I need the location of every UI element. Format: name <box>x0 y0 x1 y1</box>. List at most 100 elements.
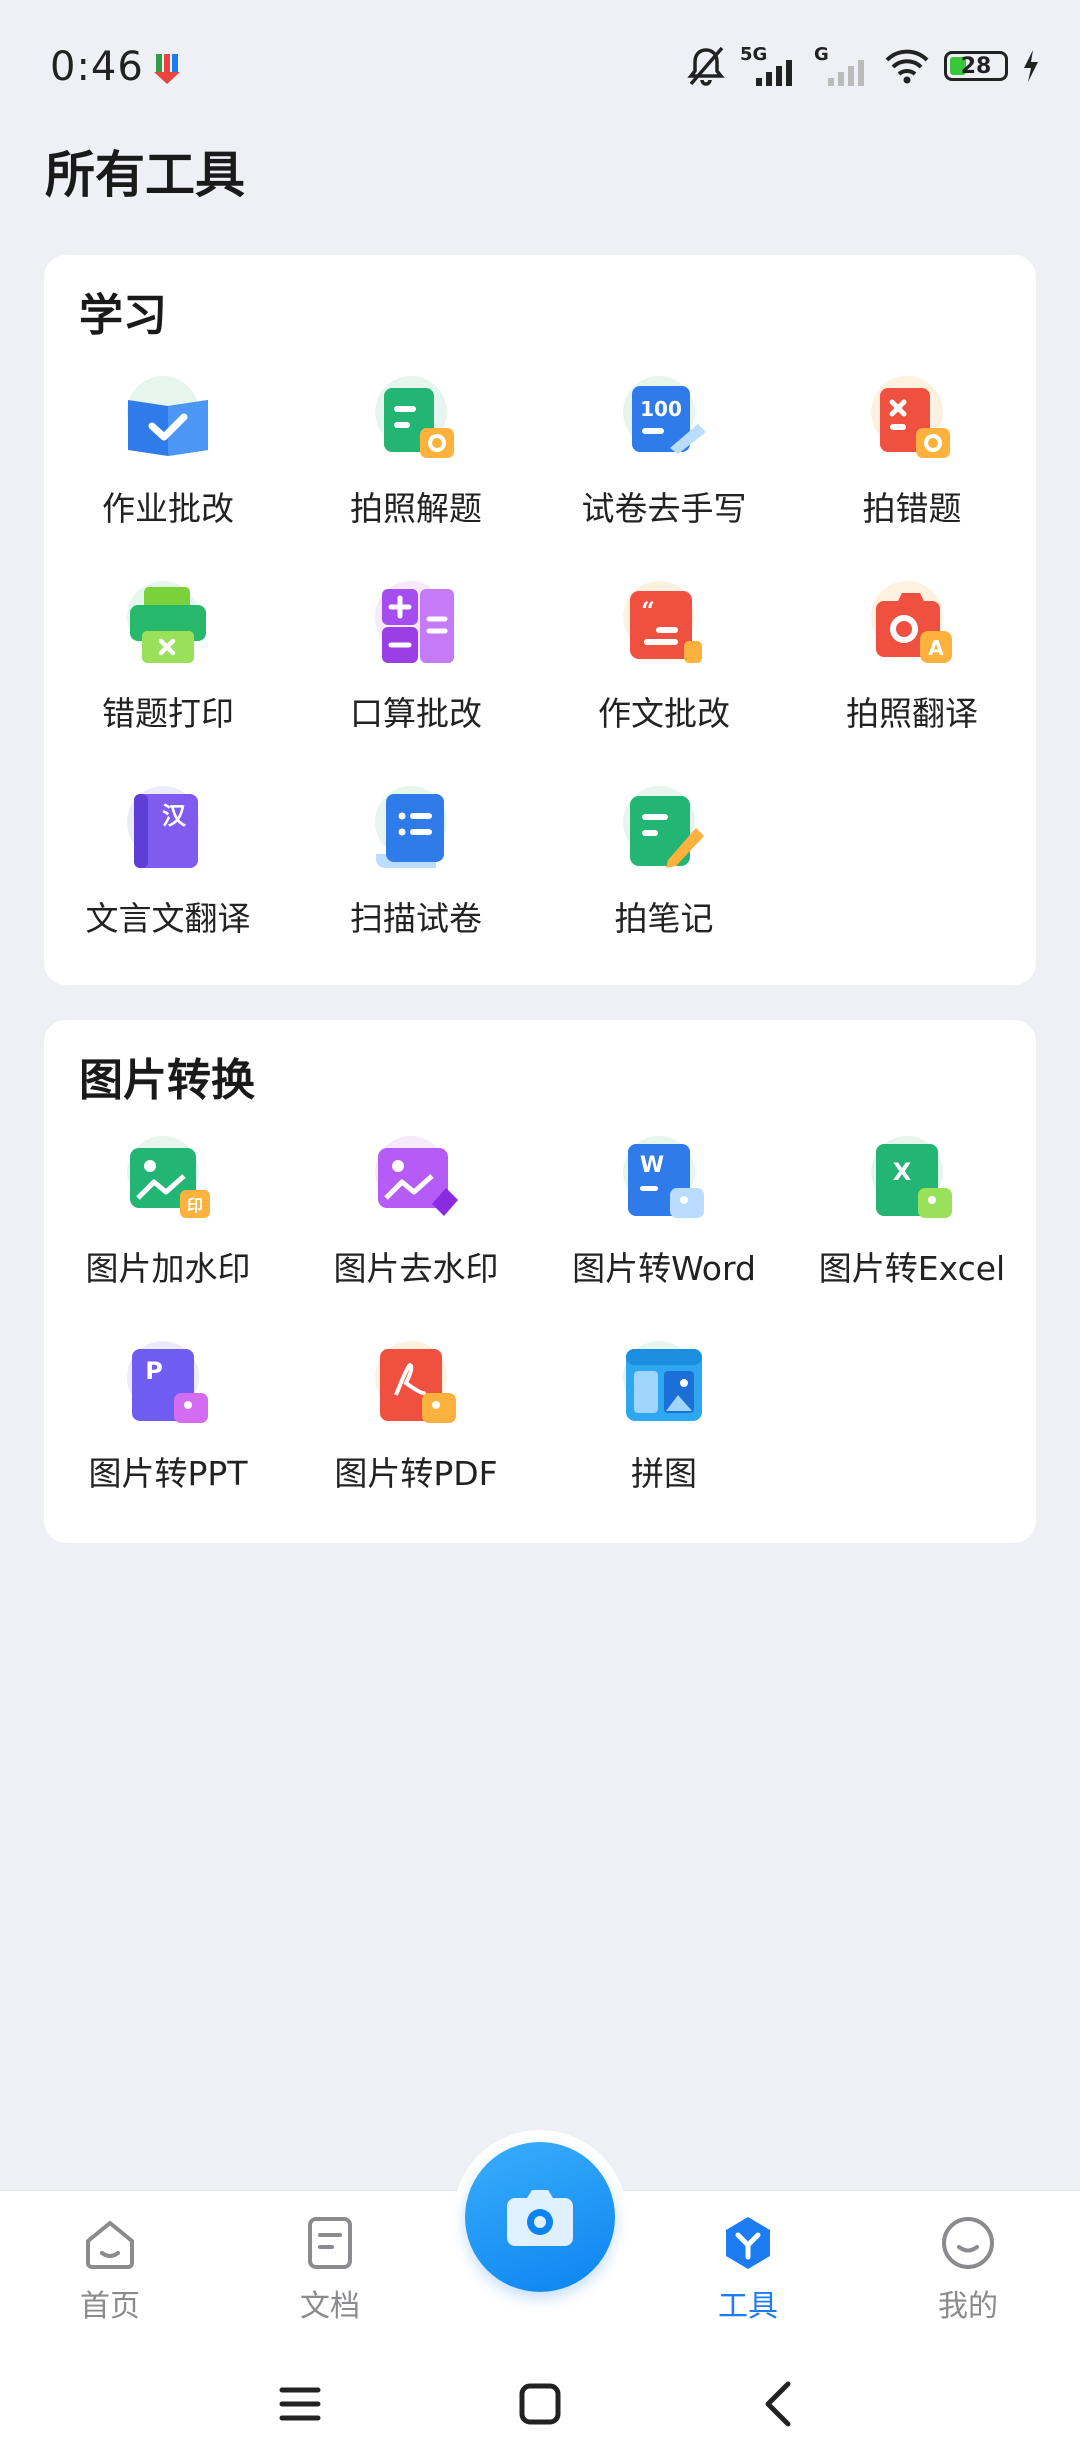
nav-tools[interactable]: 工具 <box>678 2213 818 2325</box>
image-to-word-icon: W <box>614 1130 714 1230</box>
svg-text:W: W <box>640 1153 664 1178</box>
tool-scan-paper[interactable]: 扫描试卷 <box>292 780 540 985</box>
image-convert-section: 图片转换 印 图片加水印 图片去水印 W 图片转Word X 图片转Excel … <box>44 1020 1036 1543</box>
tool-remove-handwriting[interactable]: 100 试卷去手写 <box>540 370 788 575</box>
status-bar: 0:46 5G G 28 <box>0 0 1080 130</box>
tools-icon <box>718 2213 778 2273</box>
square-icon <box>519 2383 561 2425</box>
tool-label: 图片转PDF <box>334 1454 498 1493</box>
tool-photo-mistake[interactable]: 拍错题 <box>788 370 1036 575</box>
nav-label: 文档 <box>300 2289 360 2324</box>
homework-check-icon <box>118 370 218 470</box>
nav-documents[interactable]: 文档 <box>260 2213 400 2325</box>
photo-translate-icon: A <box>862 575 962 675</box>
tool-label: 拍错题 <box>862 489 962 528</box>
collage-icon <box>614 1335 714 1435</box>
camera-button[interactable] <box>465 2142 615 2292</box>
system-nav-bar <box>0 2350 1080 2460</box>
remove-handwriting-icon: 100 <box>614 370 714 470</box>
section-title: 图片转换 <box>79 1055 255 1106</box>
svg-text:A: A <box>928 636 944 660</box>
tool-label: 作业批改 <box>102 489 234 528</box>
tool-homework-check[interactable]: 作业批改 <box>44 370 292 575</box>
document-icon <box>300 2213 360 2273</box>
photo-notes-icon <box>614 780 714 880</box>
signal-g: G <box>814 44 870 88</box>
tool-classical-chinese[interactable]: 汉 文言文翻译 <box>44 780 292 985</box>
tool-photo-solve[interactable]: 拍照解题 <box>292 370 540 575</box>
tool-label: 图片转Word <box>572 1249 756 1288</box>
svg-text:P: P <box>145 1357 163 1385</box>
add-watermark-icon: 印 <box>118 1130 218 1230</box>
signal-icon <box>756 60 792 86</box>
tool-label: 扫描试卷 <box>350 899 482 938</box>
tool-label: 口算批改 <box>350 694 482 733</box>
menu-button[interactable] <box>270 2374 330 2434</box>
app-notification-icon <box>154 54 180 84</box>
svg-text:汉: 汉 <box>162 802 187 830</box>
home-button[interactable] <box>510 2374 570 2434</box>
image-to-ppt-icon: P <box>118 1335 218 1435</box>
tool-label: 作文批改 <box>598 694 730 733</box>
tool-label: 图片转PPT <box>88 1454 248 1493</box>
essay-check-icon: “ <box>614 575 714 675</box>
status-icons: 5G G 28 <box>686 44 1040 88</box>
page-title: 所有工具 <box>45 146 245 204</box>
nav-home[interactable]: 首页 <box>40 2213 180 2325</box>
tool-collage[interactable]: 拼图 <box>540 1335 788 1540</box>
tool-label: 错题打印 <box>102 694 234 733</box>
tool-label: 拍照翻译 <box>846 694 978 733</box>
nav-label: 首页 <box>80 2289 140 2324</box>
tool-add-watermark[interactable]: 印 图片加水印 <box>44 1130 292 1335</box>
mental-math-icon <box>366 575 466 675</box>
tool-label: 图片加水印 <box>85 1249 251 1288</box>
tool-mental-math[interactable]: 口算批改 <box>292 575 540 780</box>
photo-mistake-icon <box>862 370 962 470</box>
tool-image-to-ppt[interactable]: P 图片转PPT <box>44 1335 292 1540</box>
signal-5g: 5G <box>740 44 800 88</box>
photo-solve-icon <box>366 370 466 470</box>
tool-photo-translate[interactable]: A 拍照翻译 <box>788 575 1036 780</box>
tool-label: 拍照解题 <box>350 489 482 528</box>
status-time: 0:46 <box>50 44 144 90</box>
nav-label: 我的 <box>938 2289 998 2324</box>
nav-profile[interactable]: 我的 <box>898 2213 1038 2325</box>
tool-label: 拼图 <box>631 1454 697 1493</box>
scan-paper-icon <box>366 780 466 880</box>
study-section: 学习 作业批改 拍照解题 100 试卷去手写 拍错题 错题打印 口算批改 “ 作… <box>44 255 1036 985</box>
svg-text:“: “ <box>641 596 655 625</box>
image-tools-grid: 印 图片加水印 图片去水印 W 图片转Word X 图片转Excel P 图片转… <box>44 1130 1036 1540</box>
image-to-excel-icon: X <box>862 1130 962 1230</box>
battery-level: 28 <box>960 53 992 79</box>
image-to-pdf-icon <box>366 1335 466 1435</box>
tool-photo-notes[interactable]: 拍笔记 <box>540 780 788 985</box>
tool-essay-check[interactable]: “ 作文批改 <box>540 575 788 780</box>
classical-chinese-icon: 汉 <box>118 780 218 880</box>
tool-label: 图片转Excel <box>818 1249 1006 1288</box>
battery-icon: 28 <box>944 51 1008 81</box>
tool-label: 试卷去手写 <box>581 489 747 528</box>
tool-image-to-word[interactable]: W 图片转Word <box>540 1130 788 1335</box>
mistake-print-icon <box>118 575 218 675</box>
tool-label: 文言文翻译 <box>85 899 251 938</box>
svg-text:印: 印 <box>187 1196 203 1215</box>
section-title: 学习 <box>79 290 167 341</box>
remove-watermark-icon <box>366 1130 466 1230</box>
tool-mistake-print[interactable]: 错题打印 <box>44 575 292 780</box>
mute-icon <box>687 46 725 86</box>
menu-icon <box>279 2387 321 2421</box>
svg-text:X: X <box>893 1158 912 1186</box>
wifi-icon <box>885 49 929 84</box>
back-icon <box>765 2381 791 2427</box>
tool-label: 图片去水印 <box>333 1249 499 1288</box>
tool-label: 拍笔记 <box>614 899 714 938</box>
nav-label: 工具 <box>718 2289 778 2324</box>
tool-remove-watermark[interactable]: 图片去水印 <box>292 1130 540 1335</box>
signal-icon <box>828 60 864 86</box>
charging-icon <box>1024 50 1038 82</box>
tool-image-to-excel[interactable]: X 图片转Excel <box>788 1130 1036 1335</box>
tool-image-to-pdf[interactable]: 图片转PDF <box>292 1335 540 1540</box>
svg-text:100: 100 <box>640 397 682 421</box>
home-icon <box>80 2213 140 2273</box>
back-button[interactable] <box>750 2374 810 2434</box>
